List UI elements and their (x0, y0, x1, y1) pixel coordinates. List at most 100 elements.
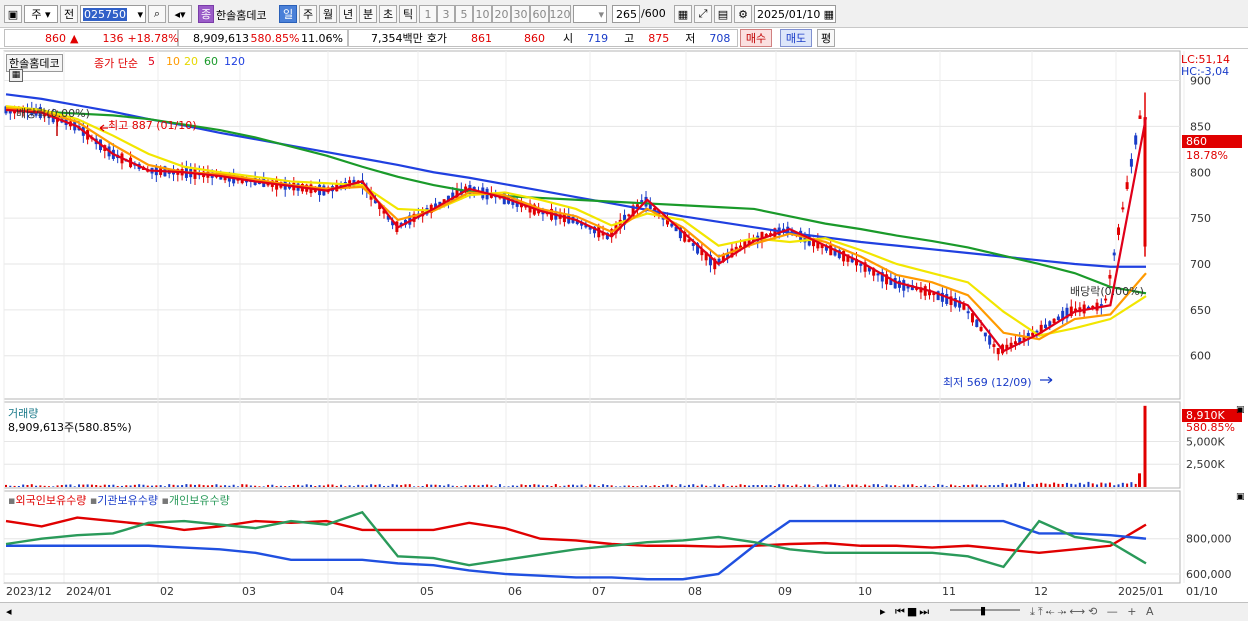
volume-bar (425, 484, 428, 487)
high-price: 875 (648, 31, 670, 45)
eval-button[interactable]: 평 (817, 29, 835, 47)
volume-bar (524, 485, 527, 487)
volume-bar (572, 484, 574, 487)
grid-icon[interactable]: ▦ (674, 5, 692, 23)
volume-bar (438, 485, 441, 487)
volume-bar (632, 485, 635, 487)
playback-controls[interactable]: ⏮■⏭ (895, 605, 931, 619)
panel-close-icon[interactable]: ▣ (1236, 405, 1245, 415)
volume-bar (185, 484, 188, 487)
hoga-box: 7,354백만 호가 861 860 시 719 고 875 저 708 (348, 29, 738, 47)
open-label: 시 (562, 32, 574, 45)
tab-month[interactable]: 월 (319, 5, 337, 23)
tab-week[interactable]: 주 (299, 5, 317, 23)
scroll-bar[interactable]: ◂ ▸ ⏮■⏭ ▮ ⤓⤒⤝⤞⟷⟲ — + A (0, 602, 1248, 621)
zoom-handle[interactable]: ▮ (980, 604, 986, 617)
panel-close-icon-2[interactable]: ▣ (1236, 492, 1245, 502)
gear-icon[interactable]: ⚙ (734, 5, 752, 23)
volume-bar (352, 486, 355, 487)
volume-bar (653, 485, 656, 487)
step-1[interactable]: 1 (419, 5, 437, 23)
tab-year[interactable]: 년 (339, 5, 357, 23)
sell-button[interactable]: 매도 (780, 29, 812, 47)
volume-bar (803, 484, 806, 487)
step-10[interactable]: 10 (473, 5, 492, 23)
volume-bar (808, 484, 811, 487)
volume-bar (649, 486, 652, 487)
volume-bar (228, 485, 231, 487)
chart-tools[interactable]: ⤓⤒⤝⤞⟷⟲ — + A (1030, 605, 1157, 619)
volume-bar (116, 485, 119, 487)
volume-bar (90, 484, 93, 487)
volume-bar (52, 486, 55, 487)
tools-icon[interactable]: ⤢ (694, 5, 712, 23)
volume-bar (1023, 481, 1026, 487)
volume-bar (417, 486, 420, 487)
step-120[interactable]: 120 (549, 5, 571, 23)
step-60[interactable]: 60 (530, 5, 549, 23)
high-label: 고 (624, 32, 635, 45)
volume-bar (859, 486, 862, 487)
price-tick-label: 800 (1190, 166, 1211, 179)
price-tick-label: 850 (1190, 120, 1211, 133)
volume-bar (1074, 484, 1077, 487)
candle-body (1044, 324, 1047, 329)
volume-tick-label: 5,000K (1186, 435, 1225, 448)
volume-bar (559, 486, 562, 487)
scroll-right-icon[interactable]: ▸ (880, 605, 886, 618)
volume-bar (950, 484, 952, 487)
tab-day[interactable]: 일 (279, 5, 297, 23)
step-select[interactable]: ▾ (573, 5, 607, 23)
volume-bar (718, 485, 721, 487)
search-icon[interactable]: ⌕ (148, 5, 166, 23)
up-arrow-icon: ▲ (70, 31, 79, 45)
step-20[interactable]: 20 (492, 5, 511, 23)
volume-bar (722, 484, 725, 487)
step-30[interactable]: 30 (511, 5, 530, 23)
volume-bar (791, 485, 794, 487)
volume-ratio: 580.85% (250, 31, 300, 45)
step-3[interactable]: 3 (437, 5, 455, 23)
scroll-left-icon[interactable]: ◂ (6, 605, 12, 618)
volume-bar (400, 485, 403, 487)
volume-bar (675, 486, 678, 487)
count-max: /600 (641, 7, 666, 20)
bid-price: 860 (523, 31, 545, 45)
volume-bar (687, 484, 690, 487)
candle-body (1117, 227, 1121, 235)
volume-bar (619, 486, 622, 487)
volume-bar (267, 484, 270, 487)
tab-minute[interactable]: 분 (359, 5, 377, 23)
volume-bar (593, 484, 596, 487)
tab-second[interactable]: 초 (379, 5, 397, 23)
save-icon[interactable]: ▤ (714, 5, 732, 23)
buy-button[interactable]: 매수 (740, 29, 772, 47)
ask-price: 861 (470, 31, 492, 45)
volume-tick-label: 2,500K (1186, 458, 1225, 471)
volume-bar (1035, 483, 1038, 487)
volume-bar (851, 484, 854, 487)
count-input[interactable]: 265 (612, 5, 640, 23)
volume-bar (821, 486, 824, 487)
volume-bar (155, 485, 158, 487)
table-icon[interactable]: ▦ (9, 69, 23, 82)
date-input[interactable]: 2025/01/10 ▦ (754, 5, 836, 23)
tab-tick[interactable]: 틱 (399, 5, 417, 23)
volume-bar (361, 485, 364, 487)
volume-bar (795, 484, 798, 487)
speaker-icon[interactable]: ◂▾ (168, 5, 192, 23)
volume-bar (915, 485, 918, 487)
code-input[interactable]: 025750 ▾ (80, 5, 146, 23)
volume-bar (387, 485, 390, 487)
calendar-icon[interactable]: ▦ (824, 8, 835, 21)
step-5[interactable]: 5 (455, 5, 473, 23)
legend-foreign: 외국인보유수량 (15, 494, 87, 507)
stock-chart[interactable]: 5,000K2,500K 800,000600,000 900850800750… (0, 49, 1248, 621)
volume-bar (1048, 484, 1051, 487)
name-badge: 종 (198, 5, 214, 23)
period-select[interactable]: 주 ▾ (24, 5, 58, 23)
prev-button[interactable]: 전 (60, 5, 78, 23)
volume-bar (954, 485, 957, 487)
volume-bar (988, 485, 991, 487)
layout-icon[interactable]: ▣ (4, 5, 22, 23)
